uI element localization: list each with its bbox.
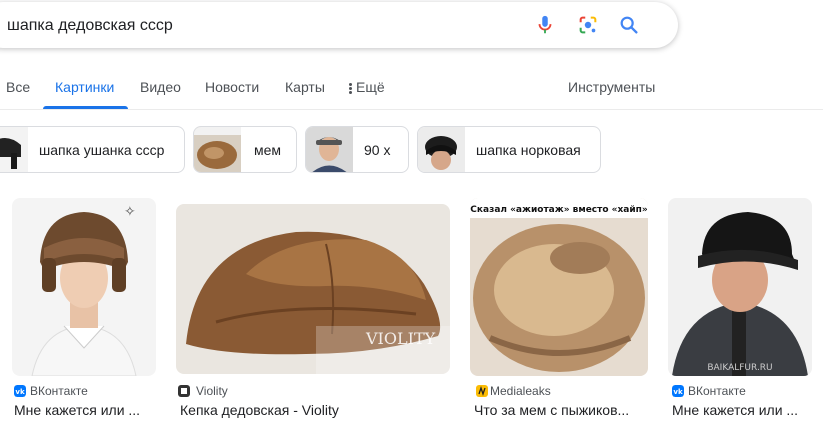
- result-image: Сказал «ажиотаж» вместо «хайп»: [470, 198, 648, 376]
- result-image: BAIKALFUR.RU: [668, 198, 812, 376]
- active-tab-indicator: [43, 106, 128, 109]
- chip-label: 90 х: [364, 142, 391, 158]
- result-image: ✧: [12, 198, 156, 376]
- tools-button[interactable]: Инструменты: [568, 79, 655, 95]
- chip-90x[interactable]: 90 х: [305, 126, 409, 173]
- tab-more[interactable]: Ещё: [349, 79, 385, 95]
- tab-more-label: Ещё: [356, 79, 385, 95]
- medialeaks-favicon-icon: [476, 385, 488, 397]
- result-title[interactable]: Мне кажется или ...: [14, 402, 156, 418]
- microphone-icon[interactable]: [534, 14, 556, 36]
- tab-images[interactable]: Картинки: [55, 79, 114, 95]
- svg-text:BAIKALFUR.RU: BAIKALFUR.RU: [707, 363, 772, 373]
- tab-maps[interactable]: Карты: [285, 79, 325, 95]
- search-icon[interactable]: [618, 14, 640, 36]
- image-caption: Сказал «ажиотаж» вместо «хайп»: [470, 205, 648, 215]
- search-tabs: Все Картинки Видео Новости Карты Ещё Инс…: [0, 70, 823, 110]
- chip-thumbnail: [194, 127, 241, 172]
- tab-video[interactable]: Видео: [140, 79, 181, 95]
- result-title[interactable]: Что за мем с пыжиков...: [474, 402, 648, 418]
- tab-news[interactable]: Новости: [205, 79, 259, 95]
- chip-thumbnail: [306, 127, 353, 172]
- violity-favicon-icon: [178, 385, 190, 397]
- watermark: VIOLITY: [365, 329, 436, 348]
- result-source: Medialeaks: [490, 384, 551, 398]
- result-title[interactable]: Мне кажется или ...: [672, 402, 812, 418]
- search-input[interactable]: шапка дедовская ссср: [7, 17, 173, 35]
- result-source: ВКонтакте: [688, 384, 746, 398]
- more-vert-icon: [349, 82, 352, 95]
- chip-mem[interactable]: мем: [193, 126, 297, 173]
- tab-all[interactable]: Все: [6, 79, 30, 95]
- chip-thumbnail: [0, 127, 28, 172]
- chip-shapka-ushanka[interactable]: шапка ушанка ссср: [0, 126, 185, 173]
- chip-label: шапка норковая: [476, 142, 581, 158]
- svg-text:✧: ✧: [124, 204, 136, 220]
- svg-text:vk: vk: [673, 388, 683, 396]
- google-lens-icon[interactable]: [577, 14, 599, 36]
- search-box[interactable]: шапка дедовская ссср: [0, 2, 678, 48]
- result-source: ВКонтакте: [30, 384, 88, 398]
- chip-thumbnail: [418, 127, 465, 172]
- result-image: VIOLITY: [176, 204, 450, 374]
- result-title[interactable]: Кепка дедовская - Violity: [180, 402, 450, 418]
- vk-favicon-icon: vk: [14, 385, 26, 397]
- chip-label: мем: [254, 142, 282, 158]
- chip-shapka-norkovaya[interactable]: шапка норковая: [417, 126, 601, 173]
- result-source: Violity: [196, 384, 228, 398]
- svg-text:vk: vk: [15, 388, 25, 396]
- vk-favicon-icon: vk: [672, 385, 684, 397]
- chip-label: шапка ушанка ссср: [39, 142, 165, 158]
